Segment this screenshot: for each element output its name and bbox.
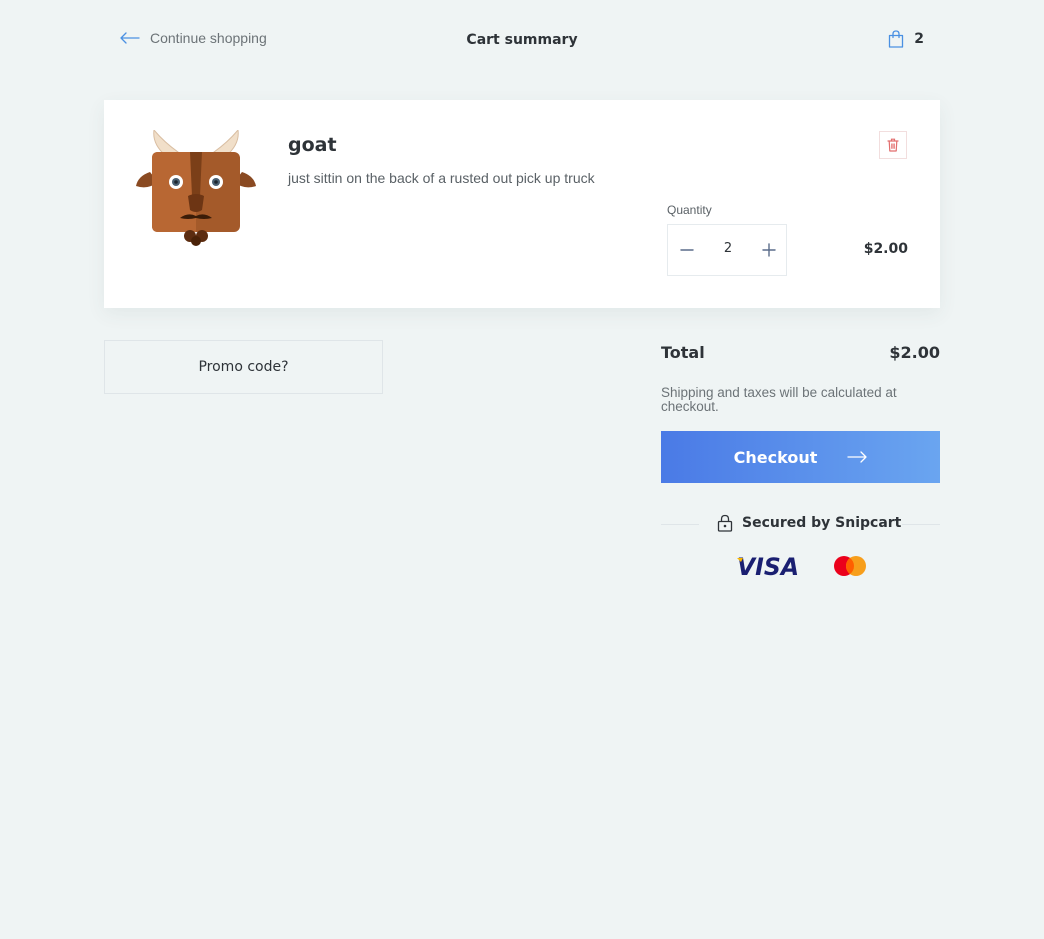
cart-header: Continue shopping Cart summary 2 <box>104 0 940 84</box>
visa-logo: VISA <box>737 554 801 578</box>
plus-icon <box>762 243 776 257</box>
item-name: goat <box>288 134 337 156</box>
promo-code-button[interactable]: Promo code? <box>104 340 383 394</box>
goat-avatar-image <box>136 128 256 246</box>
quantity-stepper <box>667 224 787 276</box>
shopping-bag-icon <box>888 30 904 48</box>
cart-count-button[interactable]: 2 <box>888 30 924 48</box>
divider <box>902 524 940 525</box>
checkout-label: Checkout <box>733 447 818 467</box>
minus-icon <box>680 243 694 257</box>
total-label: Total <box>661 343 705 362</box>
quantity-label: Quantity <box>667 203 712 217</box>
divider <box>661 524 699 525</box>
secured-by-row: Secured by Snipcart <box>661 514 940 534</box>
page-title: Cart summary <box>466 32 578 48</box>
shipping-note: Shipping and taxes will be calculated at… <box>661 385 897 414</box>
remove-item-button[interactable] <box>879 131 907 159</box>
quantity-input[interactable] <box>708 241 748 256</box>
trash-icon <box>887 138 899 152</box>
lock-icon <box>717 514 733 532</box>
increase-quantity-button[interactable] <box>759 240 779 260</box>
cart-item: goat just sittin on the back of a rusted… <box>104 100 940 308</box>
secured-label: Secured by Snipcart <box>742 515 902 531</box>
arrow-right-icon <box>847 451 868 463</box>
item-description: just sittin on the back of a rusted out … <box>288 170 595 186</box>
decrease-quantity-button[interactable] <box>677 240 697 260</box>
payment-methods: VISA <box>737 554 867 578</box>
total-row: Total $2.00 <box>661 341 940 365</box>
checkout-button[interactable]: Checkout <box>661 431 940 483</box>
total-value: $2.00 <box>889 343 940 362</box>
mastercard-logo <box>833 555 867 577</box>
item-price: $2.00 <box>863 241 908 257</box>
promo-code-label: Promo code? <box>198 359 289 375</box>
cart-count: 2 <box>914 31 924 47</box>
svg-text:VISA: VISA <box>737 554 799 578</box>
